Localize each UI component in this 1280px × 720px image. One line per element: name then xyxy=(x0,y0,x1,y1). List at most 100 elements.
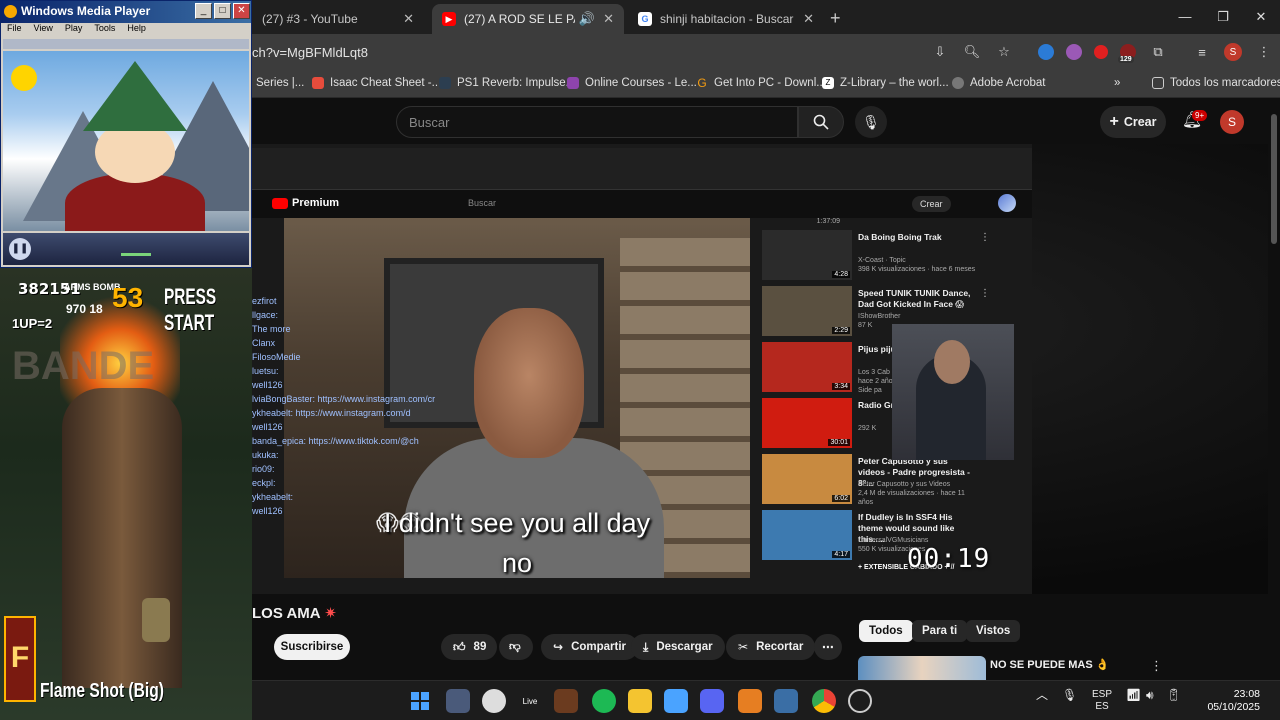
tower xyxy=(62,388,182,688)
zlibrary-icon: Z xyxy=(822,77,834,89)
record-icon[interactable] xyxy=(1094,45,1108,59)
profile-avatar[interactable]: S xyxy=(1224,43,1242,61)
video-title-text: LOS AMA xyxy=(252,605,321,622)
voice-search-button[interactable]: 🎙 xyxy=(855,106,887,138)
menu-dots-icon[interactable]: ⋮ xyxy=(1254,42,1274,62)
more-bookmarks-chevron-icon[interactable]: » xyxy=(1114,77,1120,89)
clip-button[interactable]: ✂ Recortar xyxy=(726,634,816,660)
windows-start-icon[interactable] xyxy=(408,689,432,713)
maximize-button[interactable]: ❐ xyxy=(1204,0,1242,34)
battery-icon[interactable]: 🔋︎ xyxy=(1166,689,1181,701)
create-label: Crear xyxy=(1123,115,1157,129)
pause-button[interactable]: ❚❚ xyxy=(9,238,31,260)
media-player-titlebar[interactable]: Windows Media Player _ □ ✕ xyxy=(1,1,251,23)
dislike-button[interactable]: 👎︎ xyxy=(499,634,533,660)
create-button[interactable]: + Crear xyxy=(1100,106,1166,138)
spotify-icon[interactable] xyxy=(592,689,616,713)
bookmark-item[interactable]: Isaac Cheat Sheet -... xyxy=(312,77,441,89)
menu-play[interactable]: Play xyxy=(65,23,83,37)
chevron-up-icon[interactable]: ︿ xyxy=(1036,689,1048,701)
extension-purple-icon[interactable] xyxy=(1066,44,1082,60)
bookmark-star-icon[interactable]: ☆ xyxy=(994,42,1014,62)
zoom-icon[interactable]: 🔍︎ xyxy=(962,42,982,62)
volume-slider[interactable] xyxy=(121,253,151,256)
page-scrollbar[interactable] xyxy=(1268,100,1280,680)
live-icon[interactable]: Live xyxy=(518,689,542,713)
media-seek-bar[interactable] xyxy=(3,39,249,49)
app-icon[interactable] xyxy=(774,689,798,713)
game-bg-text: BANDE xyxy=(12,344,155,388)
menu-help[interactable]: Help xyxy=(127,23,146,37)
extension-blue-icon[interactable] xyxy=(1038,44,1054,60)
download-button[interactable]: ⤓ Descargar xyxy=(631,634,725,660)
extension-badge-count: 129 xyxy=(1118,56,1134,63)
embedded-create: Crear xyxy=(912,196,951,212)
clock[interactable]: 23:08 05/10/2025 xyxy=(1190,688,1260,714)
chip-vistos[interactable]: Vistos xyxy=(966,620,1021,642)
youtube-header: Buscar 🎙 + Crear 🔔︎ 9+ S xyxy=(252,100,1280,144)
more-dots-icon[interactable]: ⋮ xyxy=(1150,658,1163,674)
close-icon[interactable]: ✕ xyxy=(603,11,614,27)
notepad-icon[interactable] xyxy=(664,689,688,713)
app-icon[interactable] xyxy=(482,689,506,713)
close-button[interactable]: ✕ xyxy=(233,3,250,19)
bookmark-item[interactable]: Z Z-Library – the worl... xyxy=(822,77,949,89)
language-indicator[interactable]: ESP ES xyxy=(1092,689,1112,713)
chip-para-ti[interactable]: Para ti xyxy=(912,620,968,642)
minimize-button[interactable]: _ xyxy=(195,3,212,19)
menu-tools[interactable]: Tools xyxy=(94,23,115,37)
tab-youtube-3[interactable]: (27) #3 - YouTube ✕ xyxy=(252,4,424,34)
tab-a-rod[interactable]: ▶ (27) A ROD SE LE PARA Y LC 🔊 ✕ xyxy=(432,4,624,34)
subscribe-button[interactable]: Suscribirse xyxy=(274,634,350,660)
app-icon[interactable] xyxy=(848,689,872,713)
fl-studio-icon[interactable] xyxy=(738,689,762,713)
more-actions-button[interactable]: ⋯ xyxy=(814,634,842,660)
menu-view[interactable]: View xyxy=(34,23,53,37)
bookmark-item[interactable]: PS1 Reverb: Impulse... xyxy=(439,77,575,89)
share-button[interactable]: ↪ Compartir xyxy=(541,634,639,660)
bookmark-item[interactable]: Adobe Acrobat xyxy=(952,77,1045,89)
video-player[interactable]: Premium Buscar Crear 😱😱 I didn't see you… xyxy=(252,144,1032,594)
discord-icon[interactable] xyxy=(700,689,724,713)
calculator-icon[interactable] xyxy=(446,689,470,713)
search-input[interactable]: Buscar xyxy=(396,106,798,138)
install-app-icon[interactable]: ⇩ xyxy=(930,42,950,62)
avatar[interactable]: S xyxy=(1220,110,1244,134)
game-launcher-icon[interactable] xyxy=(554,689,578,713)
bookmark-label: Isaac Cheat Sheet -... xyxy=(330,77,442,89)
menu-file[interactable]: File xyxy=(7,23,22,37)
new-tab-button[interactable]: + xyxy=(830,8,841,29)
wifi-icon[interactable]: 📶︎ xyxy=(1126,689,1141,701)
extension-badge-icon[interactable]: 129 xyxy=(1118,44,1136,63)
side-video-thumbnail[interactable] xyxy=(858,656,986,680)
scrollbar-thumb[interactable] xyxy=(1271,114,1277,244)
media-player-window: Windows Media Player _ □ ✕ File View Pla… xyxy=(0,0,252,268)
side-video-title[interactable]: NO SE PUEDE MAS 👌 xyxy=(990,658,1109,671)
minimize-button[interactable]: — xyxy=(1166,0,1204,34)
close-icon[interactable]: ✕ xyxy=(403,11,414,27)
speaker-icon[interactable]: 🔊︎ xyxy=(1146,689,1154,701)
folder-icon[interactable] xyxy=(628,689,652,713)
speaker-icon[interactable]: 🔊 xyxy=(579,11,595,27)
chat-line: well126 xyxy=(252,506,283,516)
maximize-button[interactable]: □ xyxy=(214,3,231,19)
related-thumbnail: 6:02 xyxy=(762,454,852,504)
close-window-button[interactable]: ✕ xyxy=(1242,0,1280,34)
chrome-icon[interactable] xyxy=(812,689,836,713)
bookmark-item[interactable]: Online Courses - Le... xyxy=(567,77,697,89)
share-icon: ↪ xyxy=(553,640,564,654)
tab-google-search[interactable]: G shinji habitacion - Buscar con G ✕ xyxy=(628,4,824,34)
search-button[interactable] xyxy=(798,106,844,138)
microphone-icon[interactable]: 🎙 xyxy=(1062,689,1077,701)
media-control-icon[interactable]: ≡ xyxy=(1192,42,1212,62)
extensions-puzzle-icon[interactable]: ⧉ xyxy=(1148,42,1168,62)
close-icon[interactable]: ✕ xyxy=(803,11,814,27)
tab-title: shinji habitacion - Buscar con G xyxy=(660,12,795,26)
like-button[interactable]: 👍︎ 89 xyxy=(441,634,497,660)
url-text[interactable]: ch?v=MgBFMldLqt8 xyxy=(252,45,368,60)
bookmark-item[interactable]: G Get Into PC - Downl... xyxy=(696,77,826,89)
chip-todos[interactable]: Todos xyxy=(859,620,913,642)
all-bookmarks-folder[interactable]: Todos los marcadores xyxy=(1152,77,1280,89)
youtube-premium-logo: Premium xyxy=(272,197,339,209)
bookmark-item[interactable]: Series |... xyxy=(256,77,304,89)
